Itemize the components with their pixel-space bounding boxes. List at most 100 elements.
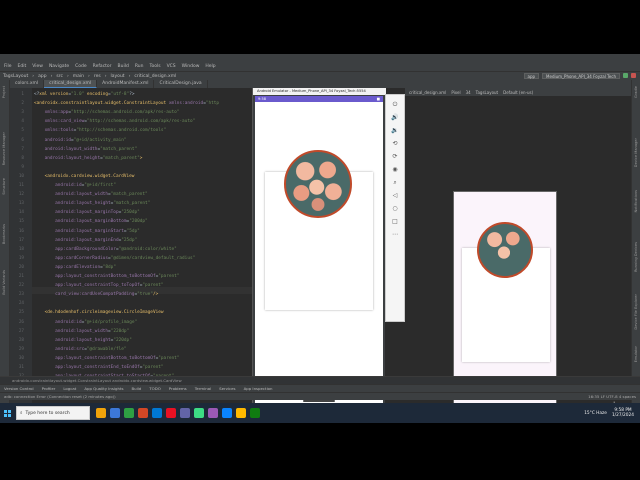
tool-window-running-devices[interactable]: Running Devices (634, 242, 638, 272)
taskbar-app-icon[interactable] (250, 408, 260, 418)
home-icon[interactable]: ○ (391, 205, 399, 213)
tool-window-gradle[interactable]: Gradle (634, 86, 638, 98)
code-token: xmlns:android (168, 101, 204, 107)
run-icon[interactable] (623, 73, 628, 78)
editor-tab[interactable]: AndroidManifest.xml (97, 80, 155, 88)
tool-window-device-file-explorer[interactable]: Device File Explorer (634, 294, 638, 330)
more-icon[interactable]: ⋯ (391, 231, 399, 239)
menu-tools[interactable]: Tools (149, 64, 160, 69)
line-number: 31 (18, 365, 24, 370)
menu-help[interactable]: Help (205, 64, 215, 69)
menu-view[interactable]: View (32, 64, 43, 69)
volume-up-icon[interactable]: 🔊 (391, 114, 399, 122)
tool-window-button[interactable]: Problems (169, 386, 187, 391)
nav-crumb[interactable]: layout (111, 74, 125, 79)
design-toolbar-item[interactable]: Pixel (451, 90, 460, 95)
line-number: 30 (18, 355, 24, 361)
nav-crumb[interactable]: main (73, 74, 84, 79)
tool-window-project[interactable]: Project (2, 86, 6, 98)
design-toolbar-item[interactable]: critical_design.xml (409, 90, 446, 95)
menu-window[interactable]: Window (182, 64, 200, 69)
status-info: 16:35 LF UTF-8 4 spaces (588, 394, 636, 399)
menu-file[interactable]: File (4, 64, 12, 69)
nav-crumb[interactable]: res (94, 74, 101, 79)
menu-run[interactable]: Run (135, 64, 144, 69)
editor-tab[interactable]: critical_design.xml (44, 80, 98, 88)
nav-crumb[interactable]: app (38, 74, 46, 79)
taskbar-app-icon[interactable] (208, 408, 218, 418)
run-config-dropdown[interactable]: app (523, 72, 540, 79)
taskbar-search[interactable]: ⌕ Type here to search (16, 406, 90, 420)
code-token: android:id (34, 183, 82, 188)
taskbar-app-icon[interactable] (180, 408, 190, 418)
code-token: <androidx.cardview.widget.CardView (34, 173, 135, 179)
code-token: android:layout_width (34, 328, 109, 334)
menu-vcs[interactable]: VCS (167, 64, 176, 69)
volume-down-icon[interactable]: 🔉 (391, 127, 399, 135)
code-line: <?xml version="1.0" encoding="utf-8"?> (34, 92, 135, 97)
rotate-left-icon[interactable]: ⟲ (391, 140, 399, 148)
chevron-right-icon: › (128, 73, 131, 79)
tool-window-button[interactable]: Terminal (195, 386, 211, 391)
tool-window-build-variants[interactable]: Build Variants (2, 270, 6, 295)
taskbar-app-icon[interactable] (194, 408, 204, 418)
editor-tab[interactable]: CriticalDesign.java (154, 80, 208, 88)
menu-code[interactable]: Code (75, 64, 87, 69)
xml-breadcrumb[interactable]: androidx.constraintlayout.widget.Constra… (0, 376, 640, 384)
tool-window-button[interactable]: TODO (149, 386, 161, 391)
rotate-right-icon[interactable]: ⟳ (391, 153, 399, 161)
menu-navigate[interactable]: Navigate (49, 64, 69, 69)
line-number: 18 (18, 246, 24, 252)
power-icon[interactable]: ⏻ (391, 101, 399, 109)
tool-window-button[interactable]: Profiler (42, 386, 56, 391)
nav-crumb[interactable]: TagsLayout (3, 74, 28, 79)
code-line: android:src="@drawable/fle" (34, 347, 126, 352)
status-message[interactable]: adb: connection Error (Connection reset … (4, 394, 116, 399)
taskbar-app-icon[interactable] (96, 408, 106, 418)
taskbar-app-icon[interactable] (138, 408, 148, 418)
tool-window-button[interactable]: Version Control (4, 386, 34, 391)
nav-crumb[interactable]: critical_design.xml (134, 74, 176, 79)
tool-window-device-manager[interactable]: Device Manager (634, 138, 638, 167)
tool-window-structure[interactable]: Structure (2, 178, 6, 195)
clock[interactable]: 9:58 PM 1/27/2024 (612, 408, 634, 418)
menu-edit[interactable]: Edit (18, 64, 27, 69)
start-button[interactable] (0, 403, 14, 423)
taskbar-app-icon[interactable] (110, 408, 120, 418)
gesture-nav-bar[interactable] (303, 400, 335, 402)
design-toolbar-item[interactable]: TagsLayout (476, 90, 498, 95)
code-token: app:layout_constraintBottom_toBottomOf (34, 355, 156, 361)
taskbar-app-icon[interactable] (236, 408, 246, 418)
editor-tab[interactable]: colors.xml (10, 80, 45, 88)
menu-refactor[interactable]: Refactor (93, 64, 112, 69)
camera-icon[interactable]: ◉ (391, 166, 399, 174)
nav-crumb[interactable]: src (56, 74, 63, 79)
tool-window-button[interactable]: Build (132, 386, 142, 391)
tool-window-button[interactable]: App Inspection (244, 386, 273, 391)
tool-window-bookmarks[interactable]: Bookmarks (2, 224, 6, 244)
device-dropdown[interactable]: Medium_Phone_API_34 Foyzal Tech (542, 72, 620, 79)
phone-screen[interactable]: 9:58 ■ (255, 96, 383, 406)
design-toolbar-item[interactable]: Default (en-us) (503, 90, 533, 95)
code-editor[interactable]: <?xml version="1.0" encoding="utf-8"?> <a… (32, 88, 252, 415)
taskbar-app-icon[interactable] (222, 408, 232, 418)
preview-profile-image[interactable] (477, 222, 533, 278)
menu-build[interactable]: Build (118, 64, 129, 69)
tool-window-resource-manager[interactable]: Resource Manager (2, 132, 6, 165)
tool-window-emulator[interactable]: Emulator (634, 346, 638, 362)
code-token: "250dp" (121, 210, 140, 216)
tool-window-notifications[interactable]: Notifications (634, 190, 638, 213)
overview-icon[interactable]: □ (391, 218, 399, 226)
code-line: app:layout_constraintBottom_toBottomOf="… (34, 274, 179, 279)
weather[interactable]: 15°C Haze (584, 411, 607, 416)
zoom-icon[interactable]: ⌕ (391, 179, 399, 187)
stop-icon[interactable] (631, 73, 636, 78)
taskbar-app-icon[interactable] (166, 408, 176, 418)
tool-window-button[interactable]: Services (219, 386, 235, 391)
taskbar-app-icon[interactable] (152, 408, 162, 418)
back-icon[interactable]: ◁ (391, 192, 399, 200)
tool-window-button[interactable]: Logcat (63, 386, 76, 391)
tool-window-button[interactable]: App Quality Insights (84, 386, 123, 391)
taskbar-app-icon[interactable] (124, 408, 134, 418)
design-toolbar-item[interactable]: 34 (466, 90, 471, 95)
